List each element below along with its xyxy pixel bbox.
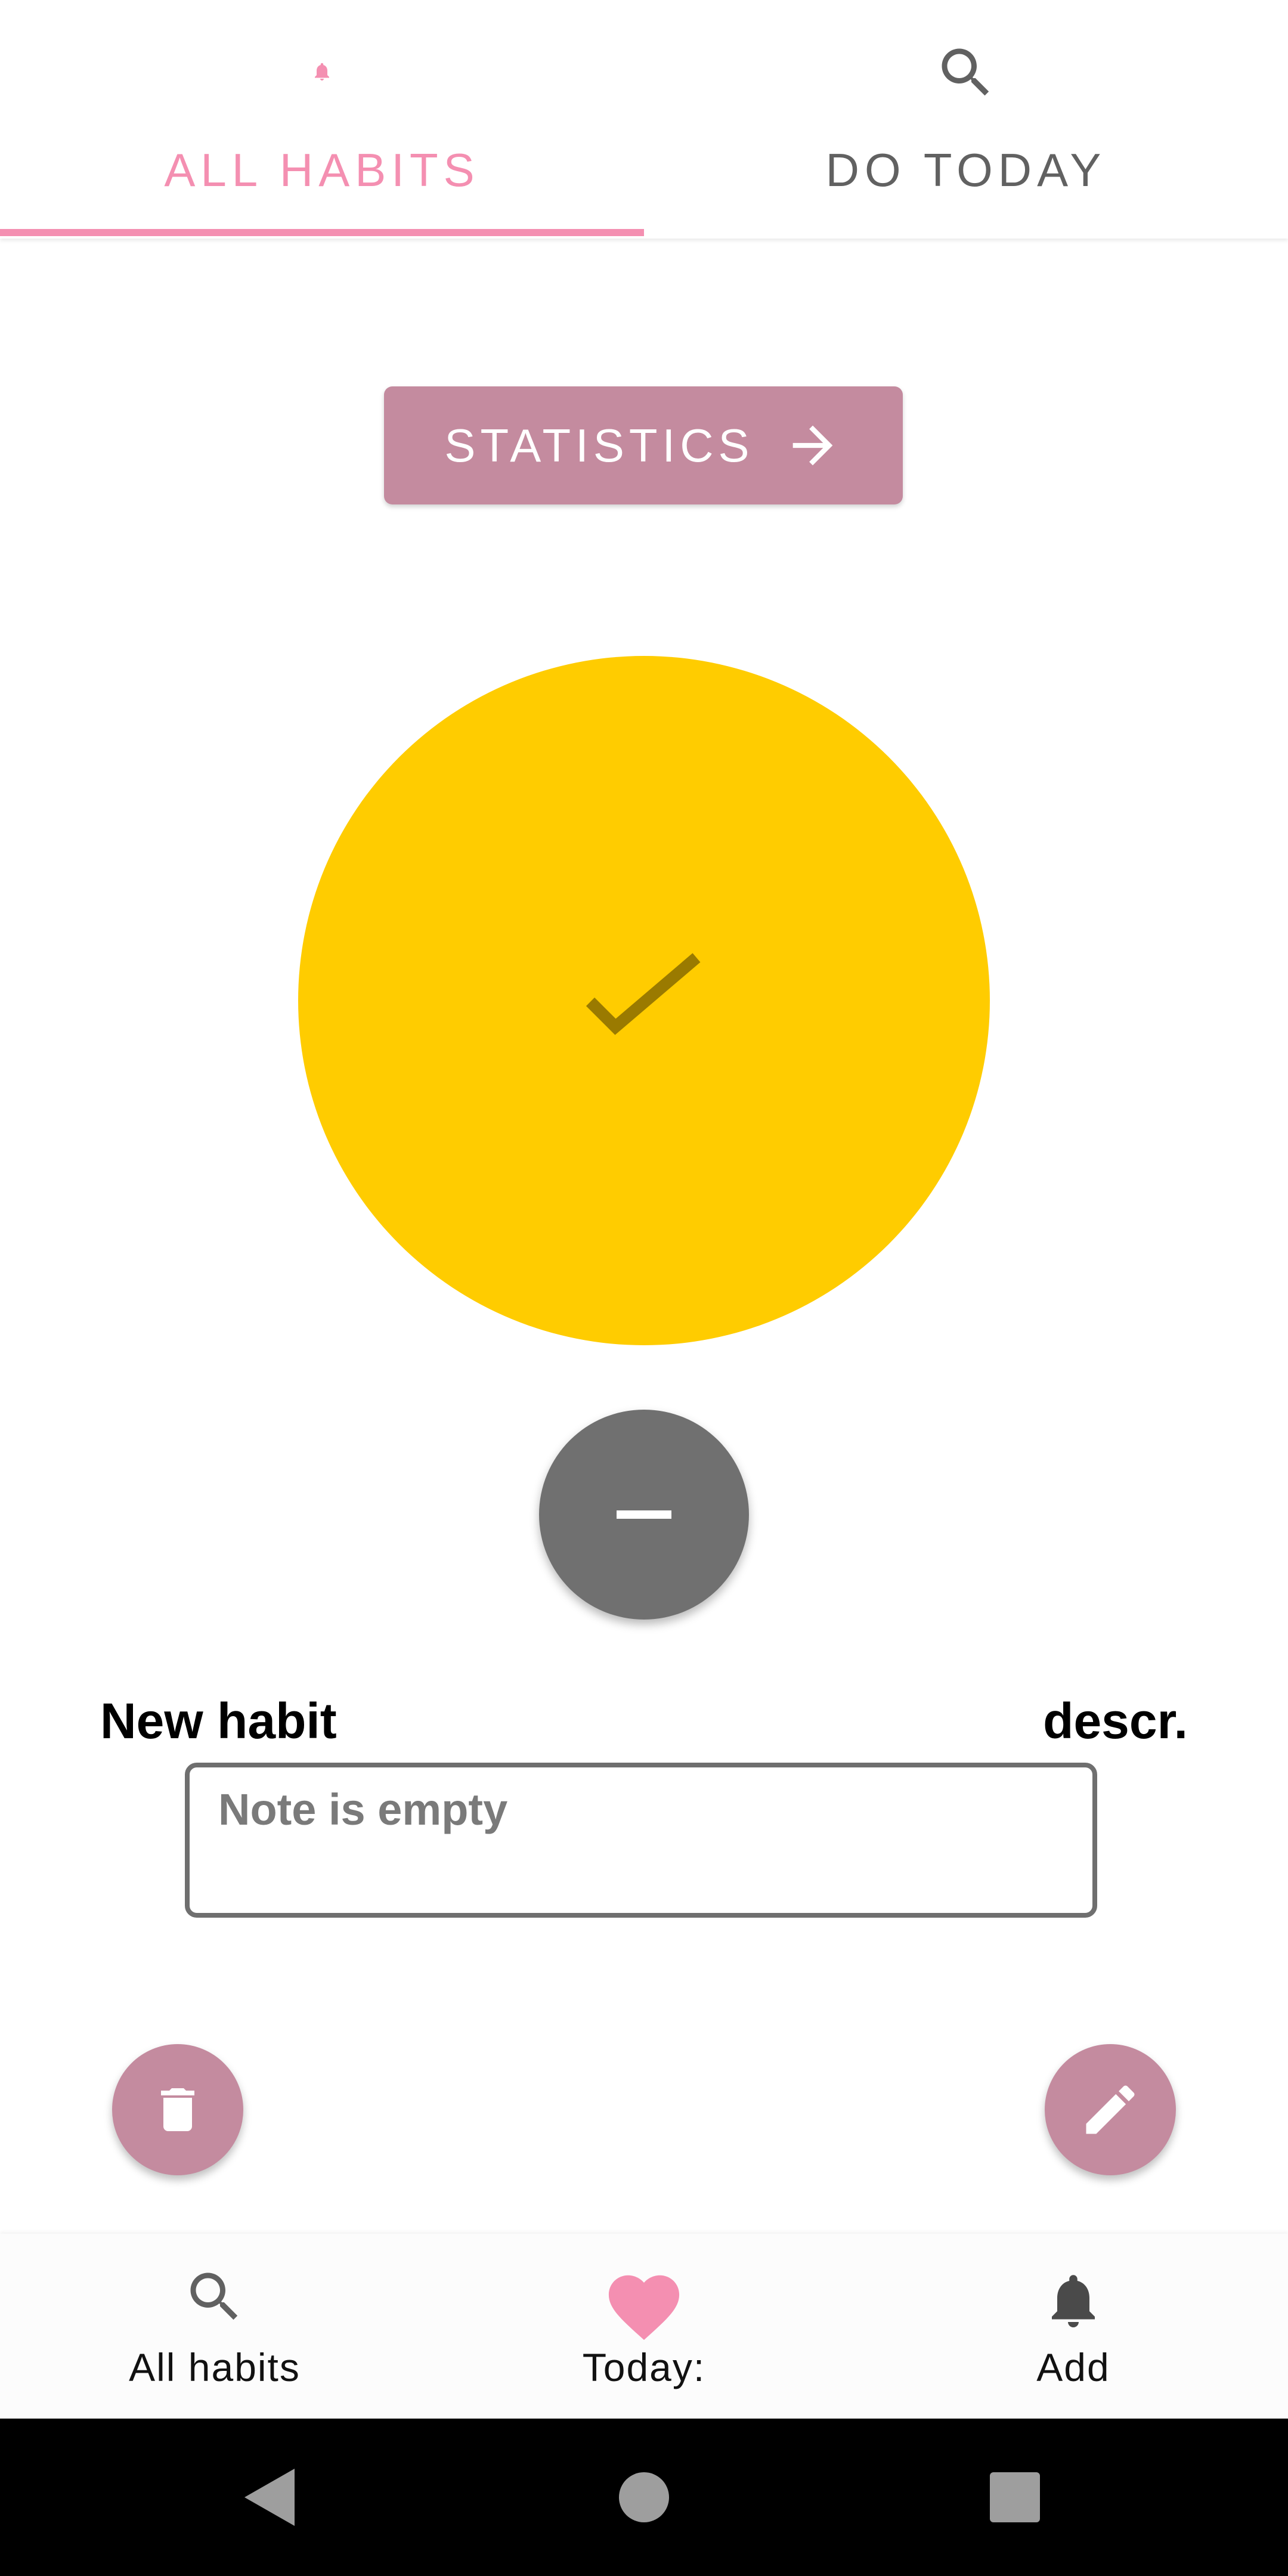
heart-icon (429, 2265, 859, 2342)
edit-button[interactable] (1045, 2044, 1176, 2175)
decrement-button[interactable] (539, 1410, 749, 1620)
note-placeholder: Note is empty (218, 1785, 508, 1834)
habit-description: descr. (1043, 1693, 1188, 1749)
nav-label-all-habits: All habits (129, 2345, 301, 2389)
habit-screen: ALL HABITS DO TODAY STATISTICS New habit… (0, 0, 1288, 2576)
statistics-button-label: STATISTICS (444, 419, 754, 472)
top-tab-bar: ALL HABITS DO TODAY (0, 0, 1288, 239)
tab-do-today[interactable]: DO TODAY (644, 0, 1288, 234)
tab-all-habits[interactable]: ALL HABITS (0, 0, 644, 234)
nav-label-today: Today: (582, 2345, 706, 2389)
check-icon (586, 953, 701, 1035)
arrow-right-icon (783, 416, 843, 475)
system-navigation-bar (0, 2419, 1288, 2576)
note-field[interactable]: Note is empty (185, 1763, 1097, 1918)
selected-tab-indicator (0, 229, 644, 236)
habit-completion-circle[interactable] (298, 656, 990, 1345)
bell-icon (0, 60, 644, 83)
minus-icon (617, 1510, 671, 1519)
tab-do-today-label: DO TODAY (825, 144, 1107, 196)
tab-all-habits-label: ALL HABITS (164, 144, 480, 196)
pencil-icon (1086, 2085, 1135, 2134)
bell-icon (859, 2265, 1288, 2336)
bottom-navigation: All habits Today: Add (0, 2234, 1288, 2419)
statistics-button[interactable]: STATISTICS (384, 386, 903, 504)
home-icon[interactable] (619, 2472, 669, 2522)
nav-item-all-habits[interactable]: All habits (0, 2234, 429, 2419)
search-icon (0, 2265, 429, 2329)
habit-name: New habit (100, 1693, 337, 1749)
back-icon[interactable] (244, 2469, 295, 2526)
nav-item-add[interactable]: Add (859, 2234, 1288, 2419)
search-icon (644, 41, 1288, 105)
delete-button[interactable] (112, 2044, 243, 2175)
trash-icon (161, 2088, 194, 2131)
recents-icon[interactable] (990, 2472, 1040, 2522)
nav-label-add: Add (1036, 2345, 1110, 2389)
nav-item-today[interactable]: Today: (429, 2234, 859, 2419)
